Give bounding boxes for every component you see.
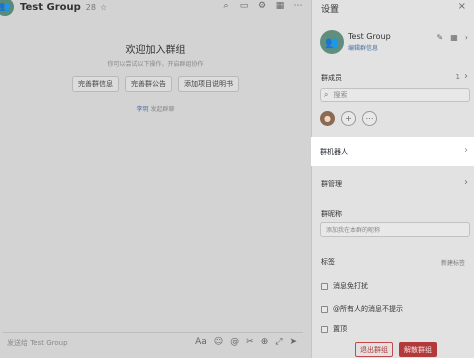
complete-announcement-button[interactable]: 完善群公告	[125, 76, 172, 92]
dismiss-group-button[interactable]: 解散群组	[399, 342, 437, 357]
mention-all-checkbox-row[interactable]: @所有人的消息不提示	[321, 304, 403, 314]
pin-checkbox-row[interactable]: 置顶	[321, 324, 347, 334]
pin-checkbox[interactable]	[321, 325, 328, 333]
search-icon: ⌕	[324, 90, 329, 99]
mention-all-checkbox[interactable]	[321, 305, 328, 313]
expand-icon[interactable]: ⤢	[275, 337, 282, 347]
mute-checkbox-row[interactable]: 消息免打扰	[321, 281, 368, 291]
member-search-input[interactable]: ⌕ 搜索	[320, 88, 470, 102]
mute-label: 消息免打扰	[333, 282, 368, 290]
input-toolbar: Aa ☺ @ ✂ ⊕ ⤢ ➤	[195, 337, 297, 347]
group-bot-row[interactable]: 群机器人 ›	[311, 137, 474, 166]
group-bot-label: 群机器人	[320, 147, 348, 156]
mute-checkbox[interactable]	[321, 282, 328, 290]
exit-group-button[interactable]: 退出群组	[355, 342, 393, 357]
add-member-button[interactable]: +	[341, 111, 356, 126]
chat-title[interactable]: Test Group	[20, 2, 81, 13]
members-count: 1	[455, 73, 460, 81]
chat-area: 👥 Test Group 28 ☆ ⌕ ▭ ⚙ ▦ ⋯ 欢迎加入群组 你可以尝试…	[0, 0, 311, 358]
more-members-button[interactable]: ⋯	[362, 111, 377, 126]
add-project-doc-button[interactable]: 添加项目说明书	[178, 76, 239, 92]
nickname-label: 群昵称	[321, 210, 342, 218]
group-manage-label[interactable]: 群管理	[321, 179, 342, 189]
complete-group-info-button[interactable]: 完善群信息	[72, 76, 119, 92]
new-tag-link[interactable]: 新建标签	[441, 258, 465, 267]
tag-label: 标签	[321, 258, 335, 266]
edit-group-info-link[interactable]: 编辑群信息	[348, 43, 378, 52]
member-count: 28	[85, 3, 96, 12]
video-icon[interactable]: ▭	[239, 1, 249, 11]
chevron-right-icon[interactable]: ›	[465, 33, 468, 42]
star-icon[interactable]: ☆	[100, 3, 107, 12]
calendar-icon[interactable]: ▦	[275, 1, 285, 11]
more-icon[interactable]: ⋯	[293, 1, 303, 11]
screenshot-icon[interactable]: ✂	[246, 337, 254, 347]
group-avatar-large[interactable]: 👥	[320, 30, 344, 54]
members-chevron-icon[interactable]: ›	[464, 71, 468, 82]
emoji-icon[interactable]: ☺	[214, 337, 223, 347]
group-avatar[interactable]: 👥	[0, 0, 14, 16]
send-icon[interactable]: ➤	[289, 337, 297, 347]
group-header-icons: ✎ ▦ ›	[437, 33, 468, 42]
plus-icon[interactable]: ⊕	[261, 337, 269, 347]
welcome-card: 欢迎加入群组 你可以尝试以下操作，开启群组协作 完善群信息 完善群公告 添加项目…	[0, 41, 311, 113]
search-icon[interactable]: ⌕	[221, 1, 231, 11]
mention-icon[interactable]: @	[230, 337, 239, 347]
close-icon[interactable]: ×	[458, 1, 466, 12]
format-icon[interactable]: Aa	[195, 337, 207, 347]
qrcode-icon[interactable]: ▦	[450, 33, 458, 42]
settings-icon[interactable]: ⚙	[257, 1, 267, 11]
system-note: 李玥 发起群聊	[0, 104, 311, 113]
panel-title: 设置	[321, 5, 340, 15]
welcome-subtitle: 你可以尝试以下操作，开启群组协作	[107, 61, 204, 68]
group-name: Test Group	[348, 32, 391, 41]
message-input[interactable]: 发送给 Test Group Aa ☺ @ ✂ ⊕ ⤢ ➤	[3, 332, 303, 352]
member-list: ● + ⋯	[320, 111, 377, 126]
nickname-placeholder: 添加我在本群的昵称	[326, 227, 381, 234]
avatar[interactable]: ●	[320, 111, 335, 126]
manage-chevron-icon[interactable]: ›	[464, 177, 468, 188]
mention-all-label: @所有人的消息不提示	[333, 305, 403, 313]
nickname-input[interactable]: 添加我在本群的昵称	[320, 222, 470, 237]
settings-panel: 设置 × 👥 Test Group 编辑群信息 ✎ ▦ › 群成员 1 › ⌕ …	[311, 0, 474, 358]
search-placeholder: 搜索	[333, 91, 348, 99]
welcome-title: 欢迎加入群组	[125, 45, 186, 56]
chevron-right-icon: ›	[464, 145, 468, 156]
pin-label: 置顶	[333, 325, 347, 333]
system-note-text: 发起群聊	[150, 106, 175, 113]
chat-toolbar: ⌕ ▭ ⚙ ▦ ⋯	[221, 1, 303, 11]
creator-name[interactable]: 李玥	[137, 106, 149, 113]
members-label: 群成员	[321, 74, 342, 82]
chat-header: 👥 Test Group 28 ☆ ⌕ ▭ ⚙ ▦ ⋯	[0, 0, 311, 16]
edit-icon[interactable]: ✎	[437, 33, 444, 42]
message-placeholder: 发送给 Test Group	[7, 338, 68, 347]
